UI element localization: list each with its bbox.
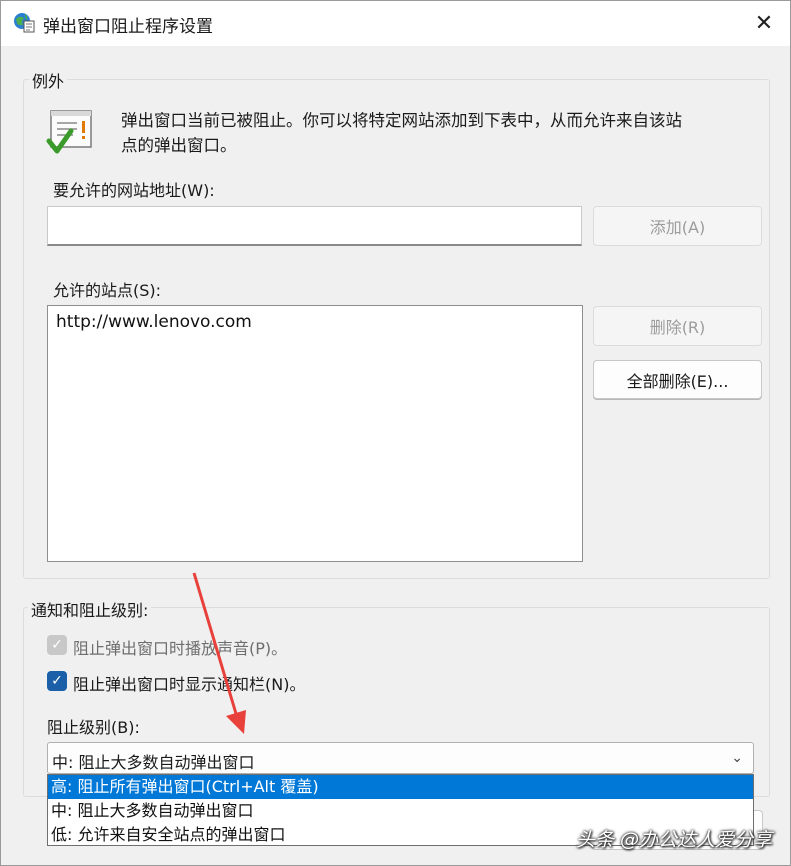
play-sound-checkbox[interactable]: ✓	[47, 635, 67, 655]
play-sound-label: 阻止弹出窗口时播放声音(P)。	[73, 639, 288, 658]
add-button[interactable]: 添加(A)	[593, 206, 762, 246]
checkmark-icon: ✓	[51, 673, 63, 689]
block-level-option-medium[interactable]: 中: 阻止大多数自动弹出窗口	[48, 799, 753, 823]
info-text-line1: 弹出窗口当前已被阻止。你可以将特定网站添加到下表中，从而允许来自该站	[121, 111, 682, 130]
checkmark-icon: ✓	[51, 637, 63, 653]
globe-settings-icon	[14, 13, 35, 33]
info-text-line2: 点的弹出窗口。	[121, 136, 237, 155]
window-title: 弹出窗口阻止程序设置	[43, 17, 213, 37]
close-button[interactable]: ✕	[738, 1, 790, 46]
block-level-selected: 中: 阻止大多数自动弹出窗口	[52, 753, 255, 772]
block-level-select[interactable]: 中: 阻止大多数自动弹出窗口 ⌄	[47, 742, 754, 774]
notification-group-label: 通知和阻止级别:	[28, 597, 152, 621]
watermark: 头条 @办公达人爱分享	[575, 829, 772, 851]
title-bar: 弹出窗口阻止程序设置 ✕	[1, 1, 790, 46]
exceptions-group-label: 例外	[29, 68, 68, 92]
close-icon: ✕	[754, 11, 774, 36]
allowed-sites-list[interactable]: http://www.lenovo.com	[47, 305, 583, 562]
block-level-label: 阻止级别(B):	[47, 718, 140, 737]
show-bar-label: 阻止弹出窗口时显示通知栏(N)。	[73, 675, 306, 694]
remove-all-button[interactable]: 全部删除(E)...	[593, 360, 762, 399]
address-label: 要允许的网站地址(W):	[53, 181, 215, 200]
allowed-sites-label: 允许的站点(S):	[53, 281, 162, 300]
popup-blocker-settings-window: 弹出窗口阻止程序设置 ✕ 例外 弹出窗口当前已被阻止。你可以将特定网站添加到下表…	[0, 0, 791, 866]
remove-button[interactable]: 删除(R)	[593, 306, 762, 346]
show-bar-checkbox[interactable]: ✓	[47, 671, 67, 691]
block-level-option-high[interactable]: 高: 阻止所有弹出窗口(Ctrl+Alt 覆盖)	[48, 775, 753, 799]
address-input[interactable]	[47, 206, 582, 246]
notepad-checkmark-icon	[46, 110, 92, 154]
list-item[interactable]: http://www.lenovo.com	[56, 312, 252, 332]
chevron-down-icon: ⌄	[731, 750, 743, 766]
